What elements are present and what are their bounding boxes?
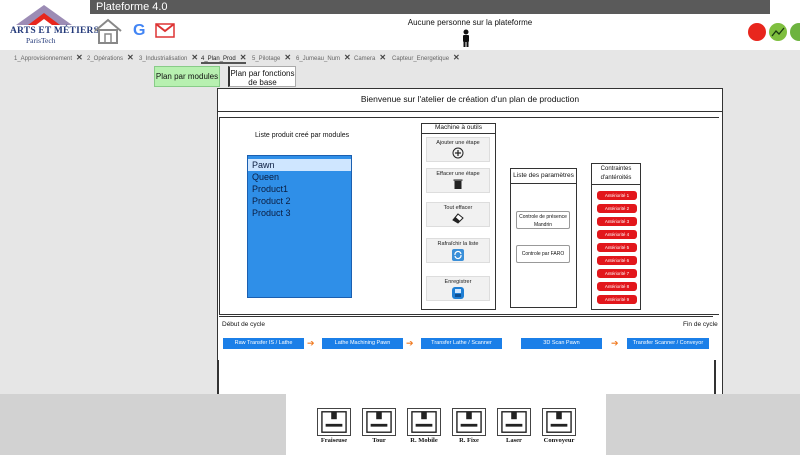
list-item[interactable]: Queen [248, 171, 351, 183]
refresh-icon [452, 249, 464, 261]
fixed-robot-icon[interactable] [452, 408, 486, 436]
machine-tools-title: Machine à outils [421, 123, 496, 134]
constraints-title: Contraintes d'antéroités [591, 163, 641, 185]
mobile-robot-icon[interactable] [407, 408, 441, 436]
constraint-badge[interactable]: Antériorité 7 [597, 269, 637, 278]
cycle-divider [219, 316, 713, 317]
platform-status: Aucune personne sur la plateforme [407, 18, 533, 27]
google-icon[interactable]: G [133, 22, 145, 40]
logo-subtext: ParisTech [26, 36, 56, 45]
cycle-step[interactable]: Lathe Machining Pawn [322, 338, 403, 349]
clear-all-button[interactable]: Tout effacer [426, 202, 490, 227]
trash-icon [453, 179, 463, 189]
refresh-list-button[interactable]: Rafraîchir la liste [426, 238, 490, 263]
cycle-step[interactable]: Raw Transfer IS / Lathe [223, 338, 304, 349]
list-item[interactable]: Product 3 [248, 207, 351, 219]
cycle-start-label: Début de cycle [222, 321, 265, 328]
person-icon [463, 29, 469, 47]
arrow-right-icon: ➔ [307, 338, 315, 348]
add-step-button[interactable]: Ajouter une étape [426, 137, 490, 162]
save-icon [452, 287, 464, 299]
product-list[interactable]: Pawn Queen Product1 Product 2 Product 3 [247, 155, 352, 298]
constraint-badge[interactable]: Antériorité 3 [597, 217, 637, 226]
delete-step-button[interactable]: Effacer une étape [426, 168, 490, 193]
close-icon[interactable]: ✕ [127, 53, 134, 62]
cycle-step[interactable]: Transfer Scanner / Conveyor [627, 338, 709, 349]
close-icon[interactable]: ✕ [379, 53, 386, 62]
constraint-badge[interactable]: Antériorité 4 [597, 230, 637, 239]
panel-border-right [714, 360, 716, 398]
machine-label: Tour [372, 437, 386, 444]
home-icon[interactable] [93, 18, 123, 44]
chart-icon[interactable] [769, 23, 787, 41]
constraint-badge[interactable]: Antériorité 6 [597, 256, 637, 265]
machine-label: R. Mobile [410, 437, 438, 444]
list-item[interactable]: Pawn [248, 159, 351, 171]
constraint-badge[interactable]: Antériorité 9 [597, 295, 637, 304]
lathe-icon[interactable] [362, 408, 396, 436]
tab-capteur-energetique[interactable]: Capteur_Energetique ✕ [392, 53, 460, 62]
tab-operations[interactable]: 2_Opérations ✕ [87, 53, 134, 62]
save-button[interactable]: Enregistrer [426, 276, 490, 301]
parameters-title: Liste des paramètres [510, 168, 577, 184]
close-icon[interactable]: ✕ [284, 53, 291, 62]
conveyor-icon[interactable] [542, 408, 576, 436]
arrow-right-icon: ➔ [611, 338, 619, 348]
tab-camera[interactable]: Camera ✕ [354, 53, 386, 62]
welcome-title: Bienvenue sur l'atelier de création d'un… [217, 88, 723, 112]
milling-machine-icon[interactable] [317, 408, 351, 436]
tab-pilotage[interactable]: 5_Pilotage ✕ [252, 53, 291, 62]
laser-icon[interactable] [497, 408, 531, 436]
close-icon[interactable]: ✕ [240, 53, 247, 62]
machine-label: Convoyeur [543, 437, 575, 444]
product-list-title: Liste produit creé par modules [255, 132, 350, 139]
app-title: Plateforme 4.0 [90, 0, 770, 14]
constraint-badge[interactable]: Antériorité 2 [597, 204, 637, 213]
parameters-panel [510, 168, 577, 308]
machine-label: Laser [506, 437, 522, 444]
list-item[interactable]: Product 2 [248, 195, 351, 207]
tab-approvisionnement[interactable]: 1_Approvisionnement ✕ [14, 53, 83, 62]
cycle-step[interactable]: Transfer Lathe / Scanner [421, 338, 502, 349]
arrow-right-icon: ➔ [406, 338, 414, 348]
close-icon[interactable]: ✕ [191, 53, 198, 62]
list-item[interactable]: Product1 [248, 183, 351, 195]
plus-circle-icon [452, 147, 464, 159]
eraser-icon [452, 213, 464, 224]
constraint-badge[interactable]: Antériorité 1 [597, 191, 637, 200]
logo-text: ARTS ET MÉTIERS [10, 26, 100, 36]
gmail-icon[interactable] [155, 22, 175, 38]
close-icon[interactable]: ✕ [344, 53, 351, 62]
machine-label: Fraiseuse [320, 437, 348, 444]
tab-industrialisation[interactable]: 3_Industrialisation ✕ [139, 53, 198, 62]
tab-jumeau-num[interactable]: 6_Jumeau_Num ✕ [296, 53, 351, 62]
tab-plan-prod[interactable]: 4_Plan_Prod ✕ [201, 53, 247, 64]
subtab-plan-fonctions[interactable]: Plan par fonctions de base [228, 66, 296, 87]
cycle-end-label: Fin de cycle [683, 321, 718, 328]
machine-label: R. Fixe [459, 437, 479, 444]
close-icon[interactable]: ✕ [453, 53, 460, 62]
param-presence-mandrin[interactable]: Controle de présence Mandrin [516, 211, 570, 229]
constraint-badge[interactable]: Antériorité 8 [597, 282, 637, 291]
subtab-plan-modules[interactable]: Plan par modules [154, 66, 220, 87]
alert-button[interactable] [748, 23, 766, 41]
panel-border-left [217, 360, 219, 398]
close-icon[interactable]: ✕ [76, 53, 83, 62]
param-controle-faro[interactable]: Controle par FARO [516, 245, 570, 263]
constraint-badge[interactable]: Antériorité 5 [597, 243, 637, 252]
cycle-step[interactable]: 3D Scan Pawn [521, 338, 602, 349]
